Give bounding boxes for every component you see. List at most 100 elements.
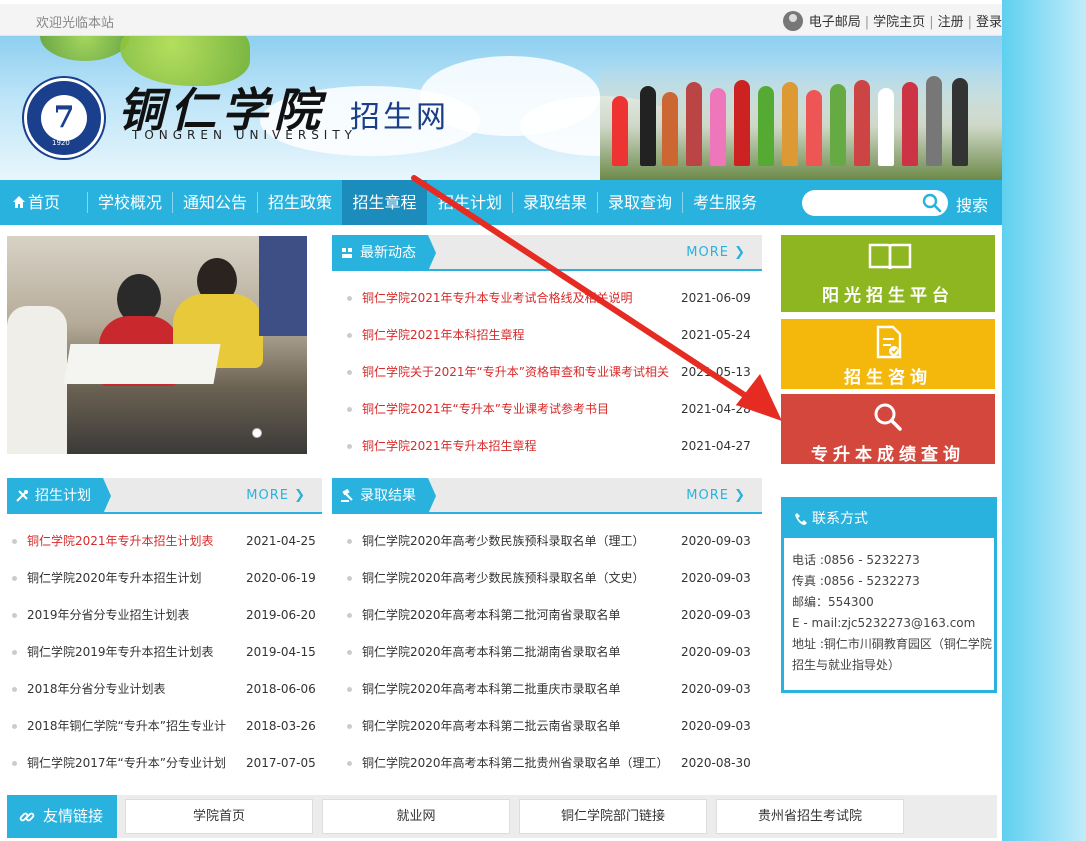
- bullet-icon: [347, 687, 352, 692]
- list-item[interactable]: 铜仁学院2020年高考本科第二批贵州省录取名单（理工） 2020-08-30: [347, 753, 761, 773]
- item-title[interactable]: 铜仁学院2020年高考本科第二批贵州省录取名单（理工）: [362, 753, 679, 773]
- list-item[interactable]: 铜仁学院2020年高考本科第二批河南省录取名单 2020-09-03: [347, 605, 761, 625]
- photo-figure: [710, 88, 726, 166]
- item-title[interactable]: 铜仁学院2020年高考少数民族预科录取名单（文史）: [362, 568, 679, 588]
- item-title[interactable]: 铜仁学院2017年“专升本”分专业计划: [27, 753, 239, 773]
- nav-admission-results[interactable]: 录取结果: [513, 180, 597, 225]
- link-email[interactable]: 电子邮局: [809, 15, 861, 30]
- item-title[interactable]: 铜仁学院2021年专升本招生章程: [362, 436, 679, 456]
- list-item[interactable]: 铜仁学院2020年高考本科第二批重庆市录取名单 2020-09-03: [347, 679, 761, 699]
- item-title[interactable]: 铜仁学院2020年高考本科第二批湖南省录取名单: [362, 642, 679, 662]
- nav-home[interactable]: 首页: [0, 180, 72, 225]
- friend-links-title-tag: 友情链接: [7, 795, 117, 838]
- user-icon: [782, 10, 803, 31]
- tile-sunshine-platform[interactable]: 阳光招生平台: [781, 235, 995, 312]
- photo-figure: [952, 78, 968, 166]
- bullet-icon: [347, 576, 352, 581]
- item-title[interactable]: 铜仁学院2021年专升本招生计划表: [27, 531, 239, 551]
- tile-admission-consult[interactable]: 招生咨询: [781, 319, 995, 389]
- search-icon: [874, 403, 902, 431]
- news-title: 最新动态: [360, 245, 416, 261]
- search-icon[interactable]: [922, 193, 942, 213]
- news-icon: [342, 248, 352, 258]
- item-date: 2021-06-09: [681, 291, 751, 305]
- list-item[interactable]: 2018年分省分专业计划表 2018-06-06: [12, 679, 326, 699]
- item-title[interactable]: 2019年分省分专业招生计划表: [27, 605, 239, 625]
- item-title[interactable]: 铜仁学院2020年高考本科第二批河南省录取名单: [362, 605, 679, 625]
- photo-figure: [7, 306, 67, 454]
- item-title[interactable]: 铜仁学院2020年专升本招生计划: [27, 568, 239, 588]
- list-item[interactable]: 铜仁学院2021年本科招生章程 2021-05-24: [347, 325, 761, 345]
- list-item[interactable]: 铜仁学院2021年专升本招生计划表 2021-04-25: [12, 531, 326, 551]
- friend-link-departments[interactable]: 铜仁学院部门链接: [519, 799, 707, 834]
- list-item[interactable]: 2018年铜仁学院“专升本”招生专业计 2018-03-26: [12, 716, 326, 736]
- list-item[interactable]: 铜仁学院2020年专升本招生计划 2020-06-19: [12, 568, 326, 588]
- logo-emblem: 7: [41, 95, 87, 141]
- tile-label: 阳光招生平台: [822, 286, 954, 306]
- friend-link-employment[interactable]: 就业网: [322, 799, 510, 834]
- results-more-link[interactable]: MORE ❯: [686, 488, 746, 503]
- item-title[interactable]: 铜仁学院2021年专升本专业考试合格线及相关说明: [362, 288, 679, 308]
- item-title[interactable]: 2018年铜仁学院“专升本”招生专业计: [27, 716, 239, 736]
- list-item[interactable]: 2019年分省分专业招生计划表 2019-06-20: [12, 605, 326, 625]
- list-item[interactable]: 铜仁学院关于2021年“专升本”资格审查和专业课考试相关 2021-05-13: [347, 362, 761, 382]
- list-item[interactable]: 铜仁学院2020年高考本科第二批湖南省录取名单 2020-09-03: [347, 642, 761, 662]
- nav-admission-query[interactable]: 录取查询: [598, 180, 682, 225]
- link-login[interactable]: 登录: [976, 15, 1002, 30]
- friend-link-college-home[interactable]: 学院首页: [125, 799, 313, 834]
- contact-phone: 电话 :0856 - 5232273: [792, 553, 920, 567]
- nav-school-overview[interactable]: 学校概况: [88, 180, 172, 225]
- photo-figure: [878, 88, 894, 166]
- nav-admission-charter[interactable]: 招生章程: [342, 180, 427, 225]
- bullet-icon: [12, 650, 17, 655]
- slider-dot[interactable]: [252, 428, 262, 438]
- item-title[interactable]: 铜仁学院2020年高考少数民族预科录取名单（理工）: [362, 531, 679, 551]
- tag-notch: [428, 478, 436, 514]
- school-name-en: TONGREN UNIVERSITY: [132, 128, 358, 142]
- link-register[interactable]: 注册: [938, 15, 964, 30]
- item-title[interactable]: 铜仁学院2019年专升本招生计划表: [27, 642, 239, 662]
- list-item[interactable]: 铜仁学院2020年高考本科第二批云南省录取名单 2020-09-03: [347, 716, 761, 736]
- list-item[interactable]: 铜仁学院2021年专升本招生章程 2021-04-27: [347, 436, 761, 456]
- photo-figure: [640, 86, 656, 166]
- gavel-icon: [341, 489, 353, 502]
- school-logo[interactable]: 7 1920: [24, 78, 104, 158]
- item-title[interactable]: 铜仁学院关于2021年“专升本”资格审查和专业课考试相关: [362, 362, 679, 382]
- contact-header: 联系方式: [784, 500, 994, 538]
- phone-icon: [795, 513, 807, 525]
- photo-slider[interactable]: [7, 236, 307, 454]
- nav-student-services[interactable]: 考生服务: [683, 180, 767, 225]
- list-item[interactable]: 铜仁学院2021年专升本专业考试合格线及相关说明 2021-06-09: [347, 288, 761, 308]
- list-item[interactable]: 铜仁学院2019年专升本招生计划表 2019-04-15: [12, 642, 326, 662]
- item-title[interactable]: 铜仁学院2021年“专升本”专业课考试参考书目: [362, 399, 679, 419]
- item-title[interactable]: 铜仁学院2021年本科招生章程: [362, 325, 679, 345]
- item-title[interactable]: 铜仁学院2020年高考本科第二批重庆市录取名单: [362, 679, 679, 699]
- friend-link-exam-authority[interactable]: 贵州省招生考试院: [716, 799, 904, 834]
- list-item[interactable]: 铜仁学院2017年“专升本”分专业计划 2017-07-05: [12, 753, 326, 773]
- list-item[interactable]: 铜仁学院2020年高考少数民族预科录取名单（文史） 2020-09-03: [347, 568, 761, 588]
- item-date: 2017-07-05: [246, 756, 316, 770]
- photo-figure: [612, 96, 628, 166]
- nav-admission-plan[interactable]: 招生计划: [428, 180, 512, 225]
- more-label: MORE: [686, 245, 729, 260]
- plan-more-link[interactable]: MORE ❯: [246, 488, 306, 503]
- nav-notices[interactable]: 通知公告: [173, 180, 257, 225]
- list-item[interactable]: 铜仁学院2021年“专升本”专业课考试参考书目 2021-04-28: [347, 399, 761, 419]
- bullet-icon: [12, 613, 17, 618]
- tile-upgrade-score-query[interactable]: 专升本成绩查询: [781, 394, 995, 465]
- separator: |: [967, 15, 972, 30]
- item-title[interactable]: 铜仁学院2020年高考本科第二批云南省录取名单: [362, 716, 679, 736]
- news-more-link[interactable]: MORE ❯: [686, 245, 746, 260]
- bullet-icon: [347, 650, 352, 655]
- item-title[interactable]: 2018年分省分专业计划表: [27, 679, 239, 699]
- nav-admission-policy[interactable]: 招生政策: [258, 180, 342, 225]
- link-college-home[interactable]: 学院主页: [873, 15, 925, 30]
- bullet-icon: [12, 761, 17, 766]
- results-header: 录取结果 MORE ❯: [332, 478, 762, 514]
- photo-figure: [662, 92, 678, 166]
- contact-email: E - mail:zjc5232273@163.com: [792, 616, 976, 630]
- plan-title-tag: 招生计划: [7, 478, 111, 514]
- search-button[interactable]: 搜索: [956, 192, 988, 216]
- item-date: 2021-05-13: [681, 365, 751, 379]
- list-item[interactable]: 铜仁学院2020年高考少数民族预科录取名单（理工） 2020-09-03: [347, 531, 761, 551]
